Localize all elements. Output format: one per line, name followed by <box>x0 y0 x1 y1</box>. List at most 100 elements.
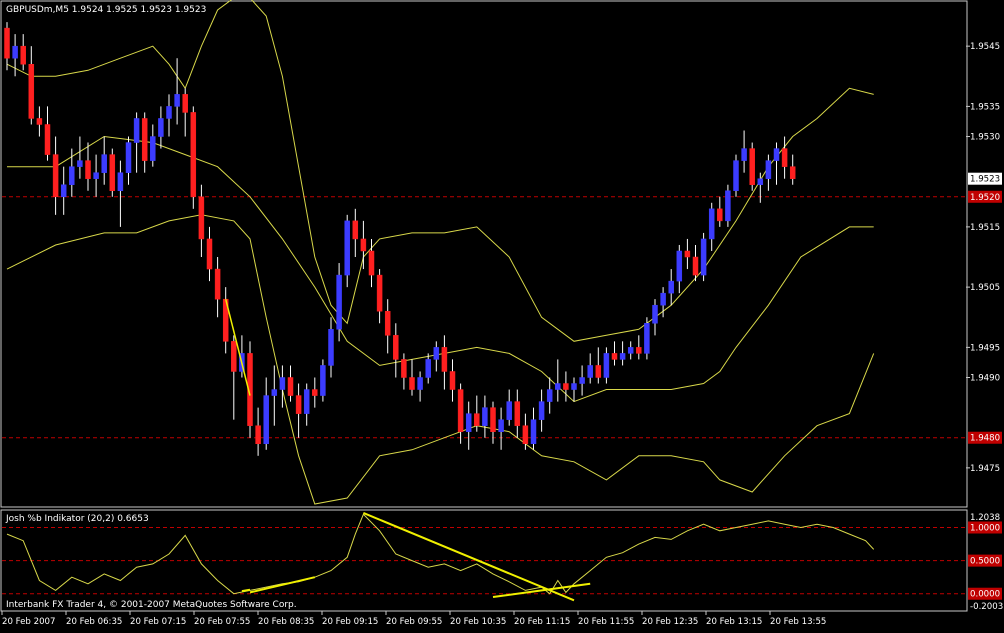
bull-candle-body <box>757 178 764 185</box>
bear-candle-body <box>692 256 699 276</box>
price-tick-label: 1.9545 <box>970 42 1000 52</box>
bull-candle-body <box>150 136 156 161</box>
bull-candle-body <box>538 401 545 420</box>
bull-candle-body <box>530 419 537 445</box>
bear-candle-body <box>312 389 318 396</box>
indicator-header: Josh %b Indikator (20,2) 0.6653 <box>5 514 149 524</box>
bear-candle-body <box>109 154 116 191</box>
bull-candle-body <box>627 347 634 354</box>
bear-candle-body <box>474 413 480 426</box>
price-axis: 1.9545 1.9535 1.9530 1.9515 1.9505 1.9495 1.94… <box>966 42 1002 474</box>
candlestick-series[interactable] <box>4 22 796 456</box>
bull-candle-body <box>69 166 75 185</box>
bear-candle-body <box>781 148 788 167</box>
bull-candle-body <box>676 250 683 282</box>
bull-candle-body <box>344 220 350 276</box>
mt4-chart-window[interactable]: 1.9545 1.9535 1.9530 1.9515 1.9505 1.9495 1.94… <box>0 0 1004 629</box>
bear-candle-body <box>595 365 602 378</box>
bull-candle-body <box>133 118 140 143</box>
percent-b-polyline <box>6 513 875 595</box>
bear-candle-body <box>4 27 10 59</box>
bear-candle-body <box>789 166 796 179</box>
bear-candle-body <box>368 250 375 276</box>
bull-candle-body <box>166 106 172 119</box>
bull-candle-body <box>93 172 99 179</box>
bull-candle-body <box>733 160 739 191</box>
bear-candle-body <box>198 196 205 240</box>
bear-candle-body <box>214 268 221 300</box>
price-tick-label: 1.9495 <box>970 343 1000 353</box>
bull-candle-body <box>117 172 124 191</box>
copyright-notice: Interbank FX Trader 4, © 2001-2007 MetaQ… <box>6 600 297 610</box>
bear-candle-body <box>182 94 188 113</box>
bear-candle-body <box>749 148 755 185</box>
bull-candle-body <box>336 274 342 330</box>
chart-canvas[interactable]: 1.9545 1.9535 1.9530 1.9515 1.9505 1.9495 1.94… <box>0 0 1004 629</box>
time-tick-label: 20 Feb 12:35 <box>642 617 698 627</box>
bear-candle-body <box>295 395 302 414</box>
time-tick-label: 20 Feb 07:15 <box>130 617 186 627</box>
bear-candle-body <box>20 45 26 65</box>
bear-candle-body <box>376 274 383 312</box>
bull-candle-body <box>174 94 180 107</box>
bull-candle-body <box>158 118 164 137</box>
bull-candle-body <box>579 377 585 384</box>
bull-candle-body <box>619 353 626 360</box>
bull-candle-body <box>660 292 666 306</box>
bull-candle-body <box>320 365 326 396</box>
time-tick-label: 20 Feb 10:35 <box>450 617 506 627</box>
bear-candle-body <box>28 63 35 119</box>
indicator-tick-label: -0.2003 <box>970 602 1003 612</box>
time-tick-label: 20 Feb 09:55 <box>386 617 442 627</box>
bear-candle-body <box>563 383 569 390</box>
bull-candle-body <box>652 304 658 324</box>
percent-b-line <box>6 513 875 595</box>
price-tick-label: 1.9530 <box>970 133 1000 143</box>
bear-candle-body <box>490 407 496 432</box>
bear-candle-body <box>449 371 456 390</box>
time-tick-label: 20 Feb 08:35 <box>258 617 314 627</box>
time-tick-label: 20 Feb 13:15 <box>706 617 762 627</box>
trendline <box>241 588 251 593</box>
bear-candle-body <box>514 401 521 426</box>
bear-candle-body <box>717 208 723 222</box>
bear-candle-body <box>287 377 294 396</box>
bull-candle-body <box>506 401 512 420</box>
bull-candle-body <box>644 323 650 354</box>
bear-candle-body <box>441 347 448 372</box>
bear-candle-body <box>44 124 51 155</box>
bear-candle-body <box>255 425 261 445</box>
bull-candle-body <box>587 365 593 378</box>
bull-candle-body <box>773 148 780 161</box>
bear-candle-body <box>384 310 391 336</box>
price-level-tag-label: 1.9480 <box>970 434 1000 444</box>
time-axis: 20 Feb 2007 20 Feb 06:35 20 Feb 07:15 20 Fe… <box>1 611 826 627</box>
bull-candle-body <box>417 377 423 390</box>
bear-candle-body <box>206 238 213 270</box>
time-tick-label: 20 Feb 11:15 <box>514 617 570 627</box>
bull-candle-body <box>546 389 553 402</box>
time-tick-label: 20 Feb 13:55 <box>770 617 826 627</box>
time-tick-label: 20 Feb 2007 <box>2 617 55 627</box>
bear-candle-body <box>85 160 91 179</box>
bull-candle-body <box>571 383 577 390</box>
time-tick-label: 20 Feb 09:15 <box>322 617 378 627</box>
time-tick-label: 20 Feb 11:55 <box>578 617 634 627</box>
bull-candle-body <box>271 389 278 396</box>
trendline <box>249 576 316 594</box>
bull-candle-body <box>303 389 310 414</box>
bollinger-lower-band <box>6 214 875 505</box>
drawn-trendlines[interactable] <box>224 298 591 602</box>
indicator-level-lines <box>2 526 966 595</box>
current-price-tag-label: 1.9523 <box>970 175 1000 185</box>
bear-candle-body <box>36 118 43 125</box>
bull-candle-body <box>708 208 715 240</box>
indicator-tick-label: 1.0000 <box>970 523 1000 533</box>
bollinger-middle-band <box>7 135 874 403</box>
trendline <box>363 512 575 602</box>
bull-candle-body <box>555 383 561 390</box>
bull-candle-body <box>498 419 504 432</box>
price-tick-label: 1.9505 <box>970 283 1000 293</box>
bull-candle-body <box>725 190 731 222</box>
bear-candle-body <box>409 377 415 390</box>
